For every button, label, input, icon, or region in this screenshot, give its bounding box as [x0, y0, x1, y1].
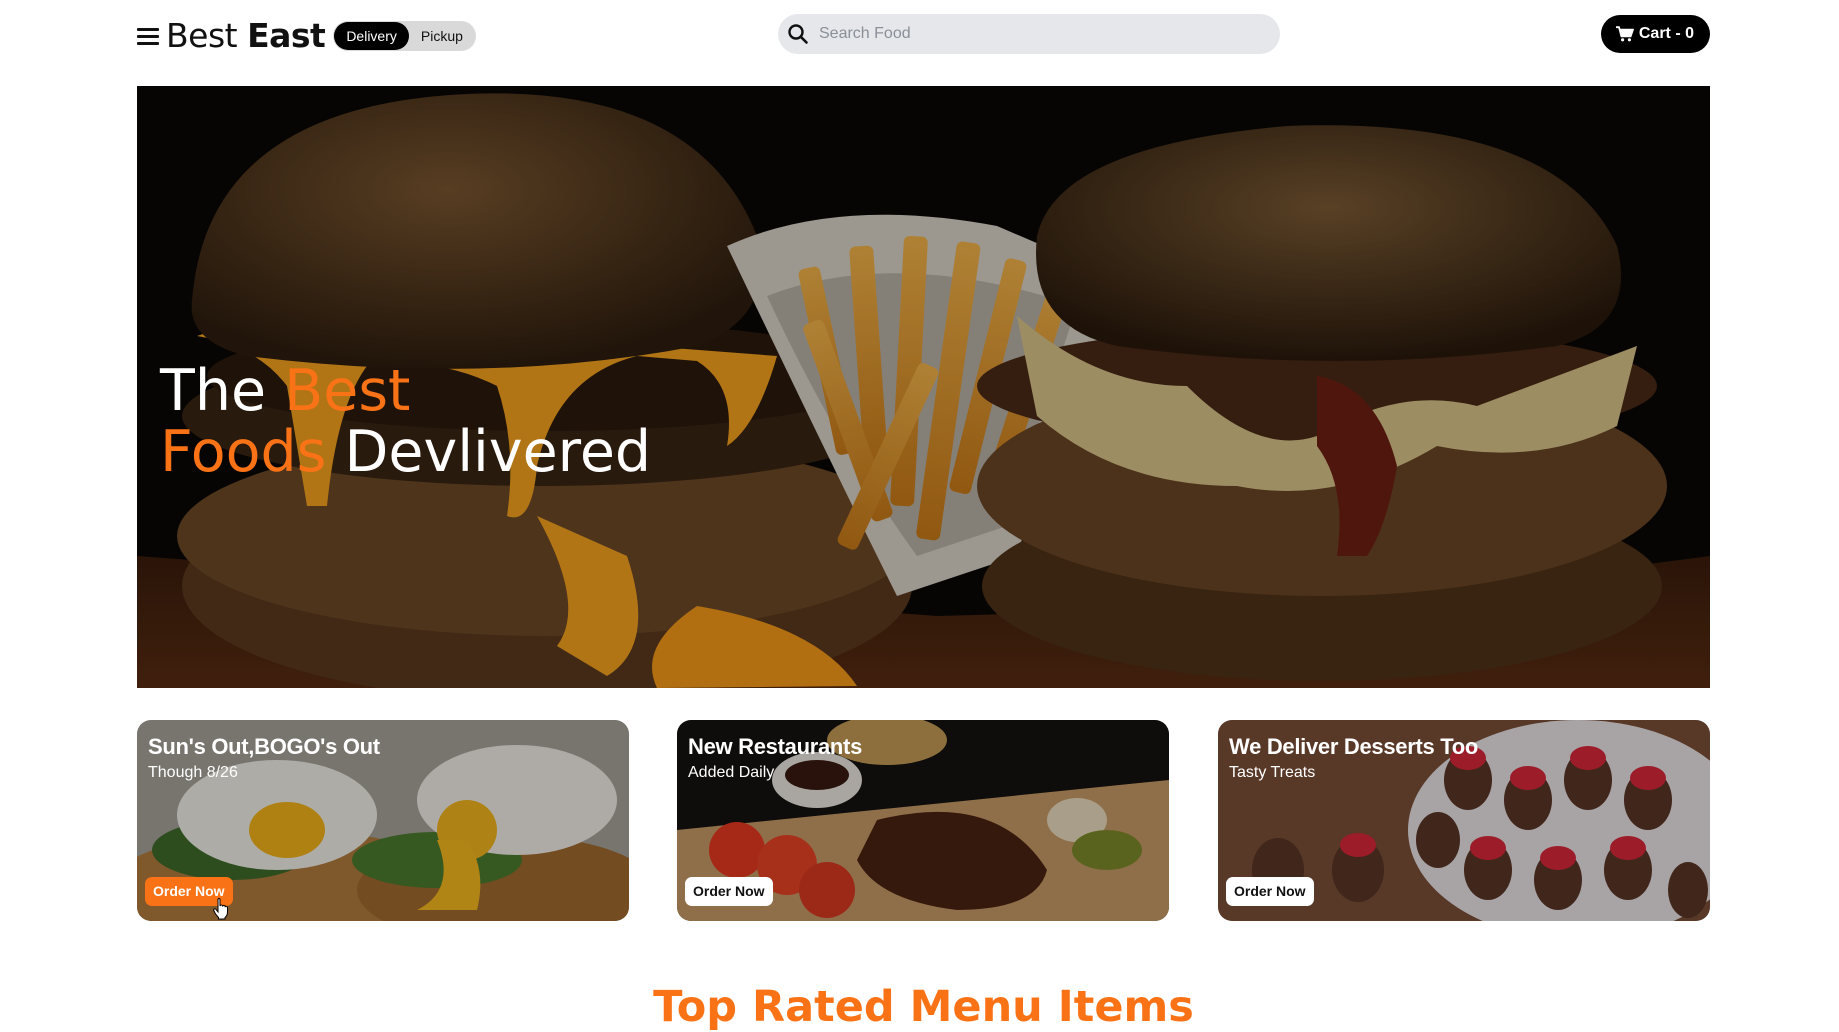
menu-icon[interactable] [137, 27, 159, 45]
card-subtitle: Though 8/26 [148, 764, 238, 781]
card-title: We Deliver Desserts Too [1229, 734, 1479, 759]
cart-icon [1615, 26, 1634, 42]
logo[interactable]: Best East [166, 14, 326, 58]
card-title: Sun's Out,BOGO's Out [148, 734, 380, 759]
pickup-option[interactable]: Pickup [409, 22, 475, 50]
card-subtitle: Added Daily [688, 764, 775, 781]
hero-title-delivered: Devlivered [326, 419, 652, 485]
promo-cards: Sun's Out,BOGO's Out Though 8/26 Order N… [137, 720, 1710, 921]
top-nav: Best East Delivery Pickup Cart - 0 [137, 0, 1710, 70]
cart-button[interactable]: Cart - 0 [1600, 15, 1710, 53]
order-now-button[interactable]: Order Now [685, 877, 773, 906]
search-input[interactable] [817, 24, 1241, 44]
hero-title-foods: Foods [160, 419, 327, 485]
delivery-option[interactable]: Delivery [334, 22, 409, 50]
logo-best: Best [166, 16, 238, 55]
brand: Best East Delivery Pickup [137, 14, 476, 58]
promo-card-restaurants: New Restaurants Added Daily Order Now [677, 720, 1169, 921]
search-icon [788, 24, 808, 44]
promo-card-desserts: We Deliver Desserts Too Tasty Treats Ord… [1218, 720, 1710, 921]
promo-card-bogo: Sun's Out,BOGO's Out Though 8/26 Order N… [137, 720, 629, 921]
card-title: New Restaurants [688, 734, 863, 759]
order-now-button[interactable]: Order Now [1226, 877, 1314, 906]
hero-banner: The Best Foods Devlivered [137, 86, 1710, 688]
page: Best East Delivery Pickup Cart - 0 [137, 0, 1710, 1032]
pointer-cursor-icon [213, 898, 228, 920]
delivery-pickup-toggle: Delivery Pickup [333, 21, 476, 51]
search-bar [778, 14, 1280, 54]
hero-title-the: The [160, 358, 285, 424]
section-title-top-rated: Top Rated Menu Items [653, 982, 1194, 1032]
card-subtitle: Tasty Treats [1229, 764, 1316, 781]
cart-label: Cart - 0 [1638, 25, 1694, 42]
hero-title: The Best Foods Devlivered [160, 361, 651, 483]
logo-east: East [247, 16, 326, 55]
hero-title-best: Best [284, 358, 411, 424]
